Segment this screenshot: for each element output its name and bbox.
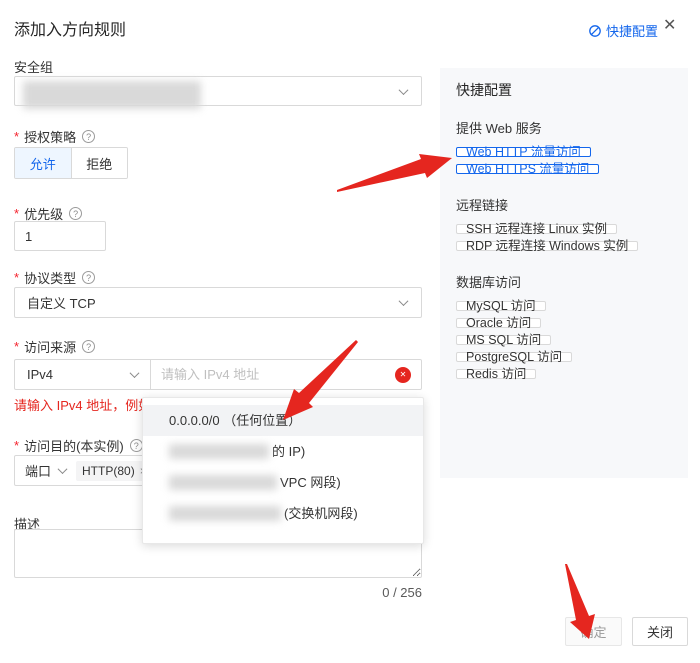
eye-slash-icon [588, 24, 602, 38]
redacted-value [169, 506, 281, 521]
quick-btn-oracle[interactable]: Oracle 访问 [456, 318, 541, 328]
quick-btn-web-https[interactable]: Web HTTPS 流量访问 [456, 164, 599, 174]
port-type-select[interactable]: 端口 [25, 461, 66, 480]
char-counter: 0 / 256 [14, 585, 422, 600]
dest-label: * 访问目的(本实例) ? [14, 436, 143, 455]
source-address-dropdown: 0.0.0.0/0 （任何位置） 的 IP) VPC 网段) (交换机网段) [142, 397, 424, 544]
help-icon[interactable]: ? [69, 207, 82, 220]
redacted-value [169, 444, 269, 459]
help-icon[interactable]: ? [82, 271, 95, 284]
quick-btn-postgresql[interactable]: PostgreSQL 访问 [456, 352, 572, 362]
priority-input[interactable] [14, 221, 106, 251]
quick-btn-rdp[interactable]: RDP 远程连接 Windows 实例 [456, 241, 638, 251]
source-address-input[interactable] [151, 360, 395, 389]
close-button[interactable]: 关闭 [632, 617, 688, 646]
security-group-label: 安全组 [14, 57, 53, 76]
policy-toggle: 允许 拒绝 [14, 147, 128, 179]
quick-config-toggle-link[interactable]: 快捷配置 [588, 21, 658, 40]
protocol-select[interactable]: 自定义 TCP [14, 287, 422, 318]
required-marker: * [14, 339, 19, 354]
help-icon[interactable]: ? [130, 439, 143, 452]
source-type-select[interactable]: IPv4 [15, 360, 151, 389]
dropdown-option-vpc-cidr[interactable]: VPC 网段) [143, 467, 423, 498]
quick-config-panel: 快捷配置 提供 Web 服务 Web HTTP 流量访问 Web HTTPS 流… [440, 68, 688, 478]
source-control: IPv4 ✕ [14, 359, 422, 390]
protocol-value: 自定义 TCP [27, 293, 96, 312]
clear-input-icon[interactable]: ✕ [395, 367, 411, 383]
close-icon[interactable]: ✕ [663, 18, 676, 34]
quick-btn-redis[interactable]: Redis 访问 [456, 369, 536, 379]
required-marker: * [14, 270, 19, 285]
page-title: 添加入方向规则 [14, 16, 126, 40]
quick-btn-ssh[interactable]: SSH 远程连接 Linux 实例 [456, 224, 617, 234]
policy-deny-button[interactable]: 拒绝 [71, 148, 128, 178]
security-group-select[interactable] [14, 76, 422, 106]
section-heading-database: 数据库访问 [456, 272, 672, 291]
help-icon[interactable]: ? [82, 340, 95, 353]
dropdown-option-vswitch-cidr[interactable]: (交换机网段) [143, 498, 423, 529]
required-marker: * [14, 206, 19, 221]
quick-config-toggle-label: 快捷配置 [606, 21, 658, 40]
required-marker: * [14, 129, 19, 144]
chevron-down-icon [58, 464, 68, 474]
policy-label: * 授权策略 ? [14, 127, 95, 146]
policy-allow-button[interactable]: 允许 [15, 148, 71, 178]
dropdown-option-my-ip[interactable]: 的 IP) [143, 436, 423, 467]
ok-button[interactable]: 确定 [565, 617, 622, 646]
source-label: * 访问来源 ? [14, 337, 95, 356]
source-error-message: 请输入 IPv4 地址，例如 [14, 395, 151, 414]
quick-btn-mysql[interactable]: MySQL 访问 [456, 301, 546, 311]
section-heading-remote: 远程链接 [456, 195, 672, 214]
source-type-value: IPv4 [27, 367, 53, 382]
chevron-down-icon [130, 368, 140, 378]
arrow-to-web-http-button [337, 154, 452, 192]
section-heading-web: 提供 Web 服务 [456, 118, 672, 137]
quick-btn-web-http[interactable]: Web HTTP 流量访问 [456, 147, 591, 157]
help-icon[interactable]: ? [82, 130, 95, 143]
redacted-security-group-value [23, 81, 201, 109]
chevron-down-icon [399, 296, 409, 306]
port-type-value: 端口 [25, 461, 51, 480]
chevron-down-icon [399, 85, 409, 95]
dropdown-option-any[interactable]: 0.0.0.0/0 （任何位置） [143, 405, 423, 436]
quick-config-title: 快捷配置 [456, 80, 672, 100]
quick-btn-mssql[interactable]: MS SQL 访问 [456, 335, 551, 345]
redacted-value [169, 475, 277, 490]
protocol-label: * 协议类型 ? [14, 268, 95, 287]
required-marker: * [14, 438, 19, 453]
